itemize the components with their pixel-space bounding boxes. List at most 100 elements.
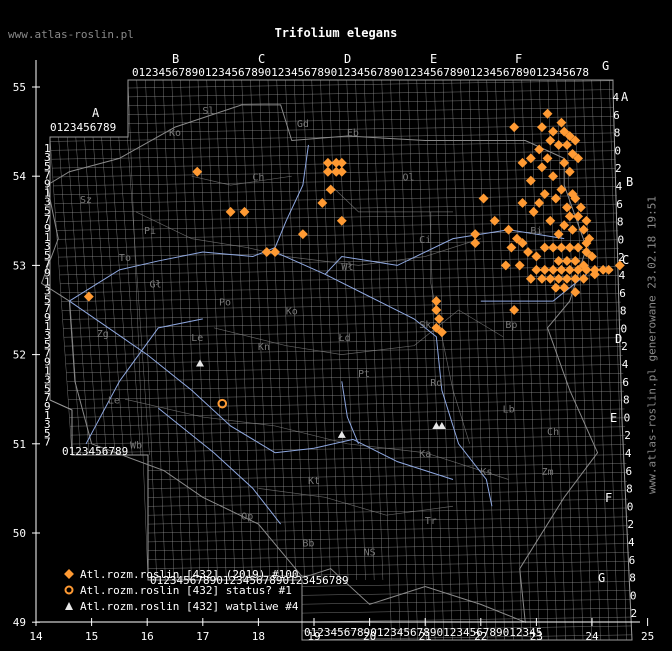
present-record-marker <box>537 162 547 173</box>
present-record-marker <box>83 291 94 302</box>
legend-item-present: Atl.rozm.roslin [432] (2019) #100 <box>62 566 299 582</box>
grid-letter-top: B <box>172 52 179 66</box>
grid-line <box>70 426 626 436</box>
present-record-marker <box>545 215 556 226</box>
grid-line <box>434 79 453 641</box>
white-triangle-icon <box>62 601 76 611</box>
grid-line <box>416 79 436 641</box>
region-label: Po <box>219 298 231 309</box>
right-digit: 4 <box>612 91 619 104</box>
grid-line <box>530 79 549 641</box>
grid-line <box>171 79 192 581</box>
x-tick-label: 14 <box>29 630 43 643</box>
present-record-marker <box>542 153 553 164</box>
grid-line <box>565 79 584 641</box>
right-digit: 6 <box>619 287 626 300</box>
x-tick-label: 18 <box>252 630 265 643</box>
orange-diamond-icon <box>62 569 76 579</box>
region-label: Ks <box>480 467 492 478</box>
right-digit: 2 <box>615 162 622 175</box>
grid-letter-right: F <box>605 491 612 505</box>
left-digit-row: 0123456789 <box>50 121 116 134</box>
grid-line <box>147 525 629 534</box>
right-digit: 0 <box>617 233 624 246</box>
bottom-digit-row: 0123456789 <box>62 445 128 458</box>
region-label: Ch <box>547 427 559 438</box>
grid-line <box>63 319 622 329</box>
right-digit: 0 <box>627 500 634 513</box>
x-tick-label: 22 <box>474 630 487 643</box>
region-label: Lb <box>503 405 515 416</box>
grid-line <box>147 489 628 498</box>
region-label: Le <box>108 396 120 407</box>
region-label: Ol <box>402 173 414 184</box>
present-record-marker <box>192 166 203 177</box>
present-record-marker <box>525 175 536 186</box>
doubtful-record-marker <box>437 421 446 429</box>
right-digit: 0 <box>624 411 631 424</box>
grid-line <box>346 79 366 581</box>
grid-line <box>486 79 505 641</box>
x-tick-label: 25 <box>641 630 654 643</box>
right-digit: 6 <box>622 376 629 389</box>
right-digit: 6 <box>613 109 620 122</box>
present-record-marker <box>573 211 584 222</box>
grid-line <box>425 79 445 641</box>
doubtful-record-marker <box>196 359 205 367</box>
grid-line <box>197 79 218 581</box>
orange-ring-icon <box>62 585 76 595</box>
grid-letter-top: F <box>515 52 522 66</box>
region-label: Tr <box>425 516 437 527</box>
region-label: Zm <box>541 467 553 478</box>
present-record-marker <box>239 206 250 217</box>
grid-line <box>442 79 462 641</box>
top-digit-row: 0123456789012345678901234567890123456789… <box>132 66 589 79</box>
region-label: Ka <box>419 449 431 460</box>
x-tick-label: 20 <box>363 630 376 643</box>
grid-letter-top: G <box>602 59 609 73</box>
present-record-marker <box>225 206 236 217</box>
region-label: Op <box>241 512 253 523</box>
doubtful-record-marker <box>337 430 346 438</box>
left-digit: 7 <box>44 436 51 449</box>
region-label: Ci <box>419 235 431 246</box>
region-labels: Sl Ko Gd Eb Ol Ch Pi Sz To Wł Ci Bi Gł Po Ko Zg Le Kn Łd Pt… <box>80 106 559 559</box>
region-label: Sl <box>202 106 214 117</box>
region-label: Ko <box>169 128 181 139</box>
present-record-marker <box>550 193 561 204</box>
grid-line <box>147 481 628 489</box>
right-digit: 8 <box>614 127 621 140</box>
present-record-marker <box>517 157 528 168</box>
grid-line <box>285 79 305 581</box>
grid-line <box>469 79 488 641</box>
grid-line <box>477 79 497 641</box>
y-tick-label: 51 <box>13 438 26 451</box>
legend-label: Atl.rozm.roslin [432] watpliwe #4 <box>80 599 299 613</box>
region-label: Bp <box>505 320 517 331</box>
present-record-marker <box>564 166 575 177</box>
present-record-marker <box>559 157 570 168</box>
region-label: Kn <box>258 342 270 353</box>
present-record-marker <box>500 260 511 271</box>
present-record-marker <box>567 224 578 235</box>
grid-line <box>62 310 622 320</box>
right-digit: 4 <box>622 358 629 371</box>
right-digit: 0 <box>630 589 637 602</box>
grid-line <box>54 186 617 196</box>
region-label: Pt <box>358 369 370 380</box>
grid-line <box>189 79 210 581</box>
legend-item-doubtful: Atl.rozm.roslin [432] watpliwe #4 <box>62 598 299 614</box>
grid-line <box>127 79 149 581</box>
present-record-marker <box>534 144 545 155</box>
y-tick-label: 55 <box>13 81 26 94</box>
legend-label: Atl.rozm.roslin [432] status? #1 <box>80 583 292 597</box>
region-label: Pi <box>144 226 156 237</box>
grid-line <box>267 79 288 581</box>
region-label: Łd <box>338 333 351 344</box>
present-record-marker <box>514 260 525 271</box>
present-record-marker <box>528 206 539 217</box>
region-label: Gł <box>150 280 162 291</box>
grid-line <box>60 275 620 285</box>
region-label: Le <box>191 333 203 344</box>
right-digit: 4 <box>616 180 623 193</box>
